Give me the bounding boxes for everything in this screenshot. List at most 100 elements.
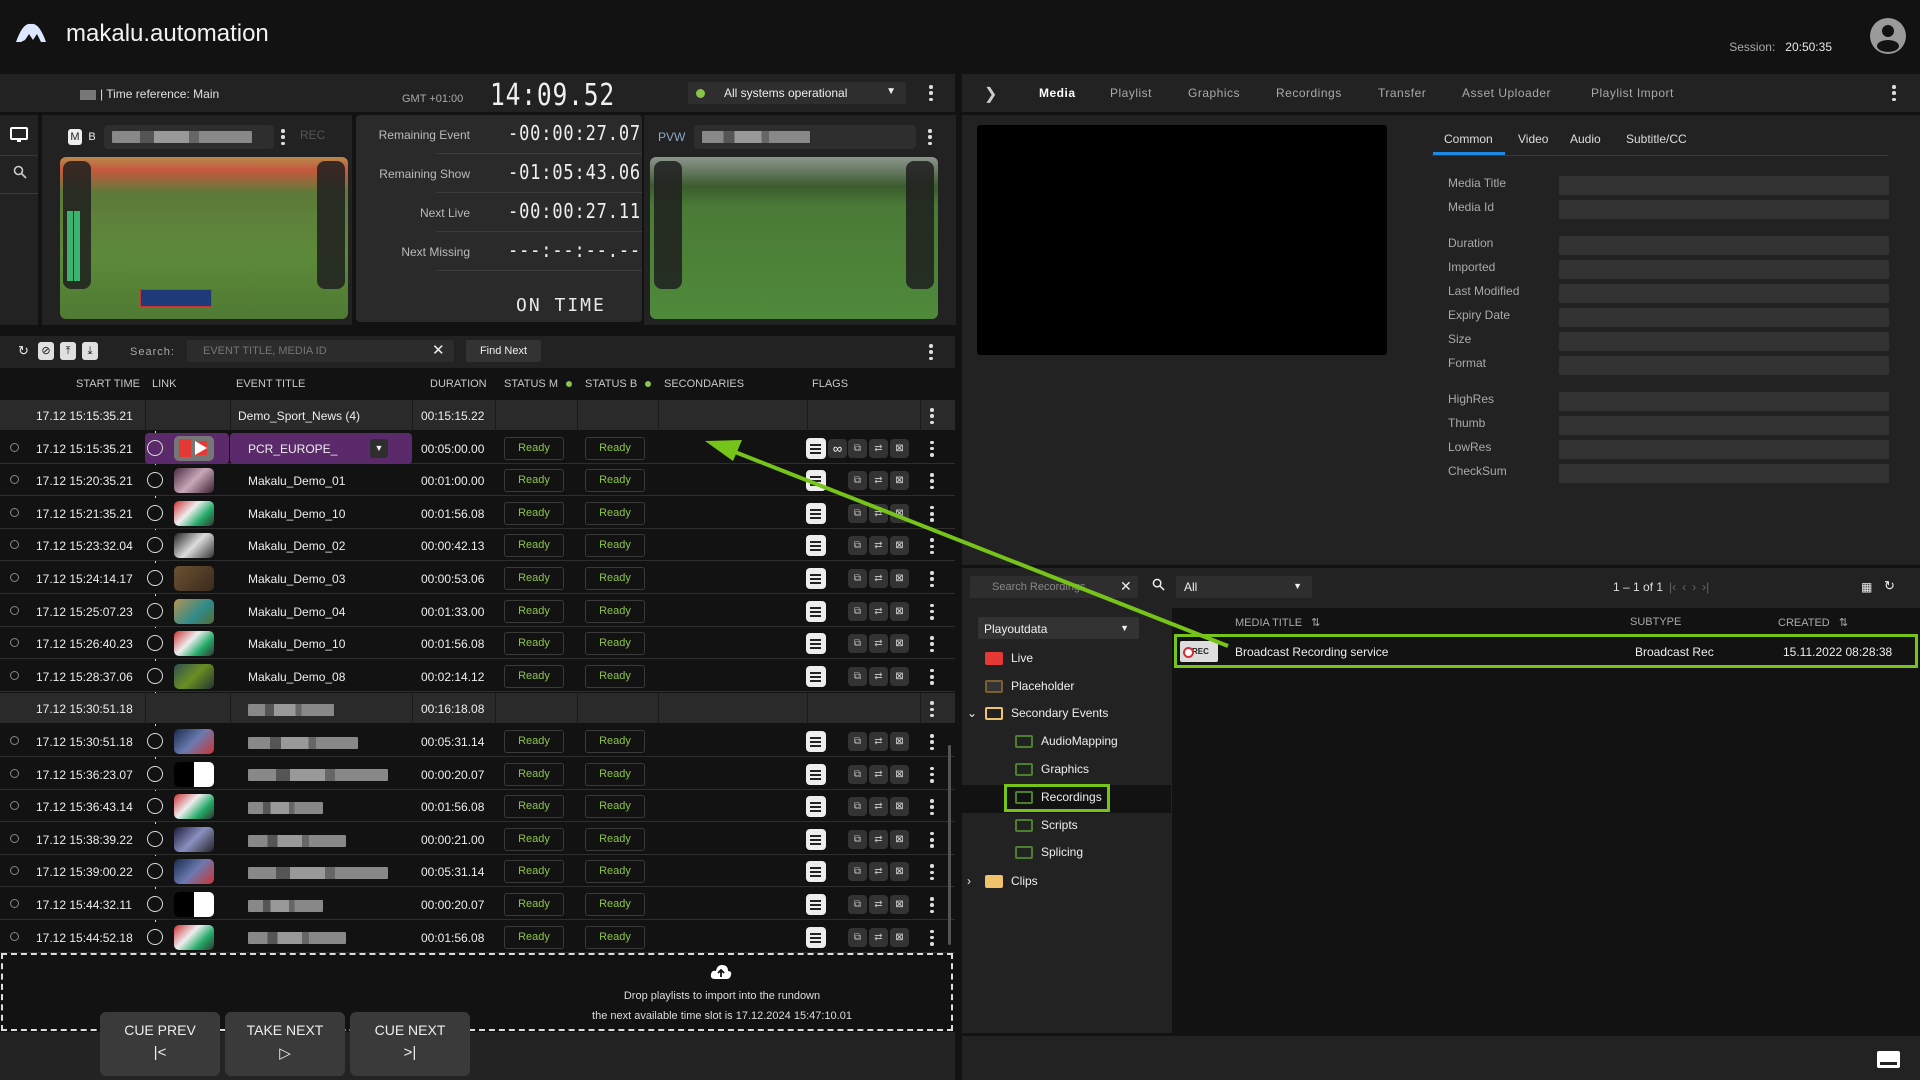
swap-flag-icon[interactable]: ⇄ — [869, 732, 888, 751]
row-menu-icon[interactable] — [930, 734, 934, 750]
notes-flag-icon[interactable] — [806, 861, 826, 883]
no-video-flag-icon[interactable]: ⊠ — [890, 503, 909, 523]
rundown-menu-icon[interactable] — [929, 344, 933, 360]
no-video-flag-icon[interactable]: ⊠ — [890, 601, 909, 621]
scroll-bottom-icon[interactable]: ⤓ — [82, 342, 98, 360]
clear-search-icon[interactable]: ✕ — [432, 341, 445, 359]
link-node-icon[interactable] — [147, 537, 163, 554]
link-node-icon[interactable] — [147, 798, 163, 815]
keyboard-icon[interactable] — [1877, 1051, 1900, 1068]
user-avatar-icon[interactable] — [1870, 18, 1906, 54]
row-menu-icon[interactable] — [930, 603, 934, 620]
chevron-down-icon[interactable]: ⌄ — [967, 706, 977, 720]
tab-asset-uploader[interactable]: Asset Uploader — [1462, 86, 1551, 100]
no-video-flag-icon[interactable]: ⊠ — [890, 438, 909, 458]
row-menu-icon[interactable] — [930, 636, 934, 653]
link-node-icon[interactable] — [147, 570, 163, 586]
tab-video[interactable]: Video — [1518, 132, 1548, 146]
tree-item-placeholder[interactable]: Placeholder — [985, 679, 1074, 694]
rundown-event-row[interactable]: 17.12 15:39:00.22 00:05:31.14 Ready Ready ⧉ ⇄… — [0, 856, 955, 888]
link-node-icon[interactable] — [147, 863, 163, 880]
col-duration[interactable]: DURATION — [430, 378, 487, 390]
row-menu-icon[interactable] — [930, 864, 934, 881]
notes-flag-icon[interactable] — [806, 568, 826, 589]
rundown-event-row[interactable]: 17.12 15:44:52.18 00:01:56.08 Ready Ready ⧉ ⇄… — [0, 921, 955, 953]
transition-flag-icon[interactable]: ⧉ — [848, 829, 867, 849]
source-select[interactable]: Playoutdata ▼ — [978, 617, 1139, 639]
row-menu-icon[interactable] — [930, 897, 934, 913]
row-menu-icon[interactable] — [930, 766, 934, 783]
row-menu-icon[interactable] — [930, 538, 934, 555]
rundown-search-input[interactable] — [187, 340, 454, 362]
transition-flag-icon[interactable]: ⧉ — [848, 634, 867, 654]
notes-flag-icon[interactable] — [806, 633, 826, 655]
tree-item-splicing[interactable]: Splicing — [1015, 845, 1083, 860]
transition-flag-icon[interactable]: ⧉ — [848, 471, 867, 491]
row-menu-icon[interactable] — [930, 440, 934, 457]
row-menu-icon[interactable] — [930, 831, 934, 848]
chevron-right-icon[interactable]: › — [967, 874, 971, 888]
tab-media[interactable]: Media — [1039, 86, 1076, 100]
transition-flag-icon[interactable]: ⧉ — [848, 601, 867, 621]
program-source-field[interactable] — [104, 125, 274, 149]
swap-flag-icon[interactable]: ⇄ — [869, 471, 888, 491]
rundown-event-row[interactable]: 17.12 15:28:37.06 Makalu_Demo_08 00:02:14.… — [0, 660, 955, 692]
link-node-icon[interactable] — [147, 896, 163, 912]
rundown-group-row[interactable]: 17.12 15:15:35.21 Demo_Sport_News (4) 00:1… — [0, 400, 955, 431]
row-menu-icon[interactable] — [930, 505, 934, 522]
media-preview-player[interactable] — [977, 125, 1387, 355]
notes-flag-icon[interactable] — [806, 763, 826, 785]
notes-flag-icon[interactable] — [806, 437, 826, 459]
tab-audio[interactable]: Audio — [1570, 132, 1601, 146]
search-icon[interactable] — [1152, 578, 1165, 591]
no-video-flag-icon[interactable]: ⊠ — [890, 862, 909, 882]
swap-flag-icon[interactable]: ⇄ — [869, 601, 888, 621]
swap-flag-icon[interactable]: ⇄ — [869, 829, 888, 849]
clear-search-icon[interactable]: ✕ — [1120, 578, 1132, 595]
tab-playlist-import[interactable]: Playlist Import — [1591, 86, 1674, 100]
swap-flag-icon[interactable]: ⇄ — [869, 764, 888, 784]
notes-flag-icon[interactable] — [806, 535, 826, 557]
cue-next-button[interactable]: CUE NEXT >| — [350, 1012, 470, 1076]
link-node-icon[interactable] — [147, 472, 163, 489]
filter-select[interactable]: All ▼ — [1176, 576, 1312, 598]
take-next-button[interactable]: TAKE NEXT ▷ — [225, 1012, 345, 1076]
tree-item-secondary-events[interactable]: ⌄ Secondary Events — [967, 706, 1108, 721]
loop-flag-icon[interactable]: ∞ — [828, 438, 847, 458]
tree-item-live[interactable]: Live — [985, 651, 1033, 666]
swap-flag-icon[interactable]: ⇄ — [869, 797, 888, 817]
prev-page-icon[interactable]: ‹ — [1682, 580, 1686, 594]
notes-flag-icon[interactable] — [806, 502, 826, 524]
rundown-event-row[interactable]: 17.12 15:20:35.21 Makalu_Demo_01 00:01:00.… — [0, 465, 955, 497]
notes-flag-icon[interactable] — [806, 470, 826, 492]
no-video-flag-icon[interactable]: ⊠ — [890, 927, 909, 947]
first-page-icon[interactable]: |‹ — [1669, 580, 1676, 594]
no-video-flag-icon[interactable]: ⊠ — [890, 471, 909, 491]
more-menu-icon[interactable] — [929, 85, 933, 101]
link-node-icon[interactable] — [147, 765, 163, 782]
rundown-event-row[interactable]: 17.12 15:38:39.22 00:00:21.00 Ready Ready ⧉ ⇄… — [0, 823, 955, 855]
no-video-flag-icon[interactable]: ⊠ — [890, 797, 909, 817]
collapse-panel-icon[interactable]: ❯ — [984, 84, 997, 104]
row-menu-icon[interactable] — [930, 408, 934, 424]
tab-playlist[interactable]: Playlist — [1110, 86, 1152, 100]
tab-graphics[interactable]: Graphics — [1188, 86, 1240, 100]
timer-off-icon[interactable]: ⊘ — [38, 342, 54, 360]
refresh-icon[interactable]: ↻ — [1884, 578, 1895, 594]
tree-item-graphics[interactable]: Graphics — [1015, 762, 1089, 777]
col-subtype[interactable]: SUBTYPE — [1630, 616, 1681, 628]
transition-flag-icon[interactable]: ⧉ — [848, 764, 867, 784]
link-node-icon[interactable] — [147, 928, 163, 945]
tab-transfer[interactable]: Transfer — [1378, 86, 1426, 100]
main-badge[interactable]: M — [68, 129, 82, 145]
scroll-top-icon[interactable]: ⤒ — [60, 342, 76, 360]
swap-flag-icon[interactable]: ⇄ — [869, 666, 888, 686]
no-video-flag-icon[interactable]: ⊠ — [890, 536, 909, 556]
rundown-event-row[interactable]: 17.12 15:25:07.23 Makalu_Demo_04 00:01:33.… — [0, 595, 955, 627]
link-node-icon[interactable] — [147, 635, 163, 652]
link-node-icon[interactable] — [147, 830, 163, 847]
cue-prev-button[interactable]: CUE PREV |< — [100, 1012, 220, 1076]
row-menu-icon[interactable] — [930, 799, 934, 816]
rundown-group-row[interactable]: 17.12 15:30:51.18 00:16:18.08 — [0, 693, 955, 725]
notes-flag-icon[interactable] — [806, 926, 826, 948]
